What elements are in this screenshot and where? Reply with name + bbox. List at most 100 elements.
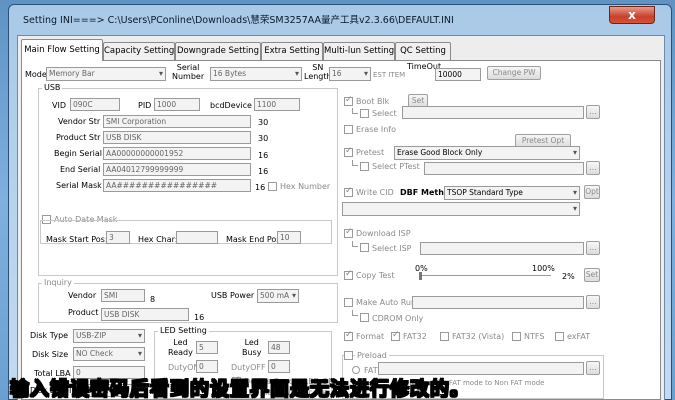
preload-checkbox[interactable] [344, 351, 353, 360]
mask-end-label: Mask End Pos: [226, 235, 284, 244]
begin-serial-input[interactable]: AA00000000001952 [103, 147, 251, 160]
serial-number-select[interactable]: 16 Bytes [210, 67, 302, 81]
hex-number-checkbox[interactable] [268, 182, 277, 191]
mask-end-input[interactable]: 10 [277, 231, 301, 244]
boot-select-label: Select [372, 109, 397, 118]
copy-test-slider-track [419, 275, 551, 276]
boot-blk-checkbox[interactable] [344, 95, 353, 106]
sn-length-select[interactable]: 16 [329, 67, 371, 81]
select-ptest-label: Select PTest [372, 162, 420, 171]
ptest-browse-button[interactable]: ... [586, 161, 600, 175]
tab-qc-setting[interactable]: QC Setting [395, 42, 451, 60]
copy-test-set-button[interactable]: Set [584, 268, 600, 282]
product-str-label: Product Str [56, 133, 101, 142]
format-checkbox[interactable] [344, 330, 353, 341]
product-str-length: 30 [258, 134, 269, 143]
close-button[interactable]: x [609, 6, 655, 24]
mode-label: Mode [25, 70, 47, 79]
boot-blk-label: Boot Blk [356, 97, 390, 106]
tab-downgrade-setting[interactable]: Downgrade Setting [175, 42, 261, 60]
tree-elbow [352, 310, 358, 316]
disk-type-select[interactable]: USB-ZIP [73, 329, 145, 343]
hex-char-label: Hex Char: [138, 235, 178, 244]
timeout-input[interactable]: 10000 [435, 68, 481, 81]
end-serial-input[interactable]: AA04012799999999 [103, 163, 251, 176]
tab-multi-lun-setting[interactable]: Multi-lun Setting [323, 42, 395, 60]
vendor-str-input[interactable]: SMI Corporation [103, 115, 251, 128]
dbf-opt-button[interactable]: Opt [584, 185, 600, 199]
led-busy-input[interactable]: 48 [268, 341, 290, 354]
pretest-checkbox[interactable] [344, 146, 353, 157]
copy-test-checkbox[interactable] [344, 269, 353, 280]
download-isp-checkbox[interactable] [344, 227, 353, 238]
copy-test-slider-thumb[interactable] [419, 272, 422, 280]
preload-label: Preload [355, 351, 389, 360]
erase-info-label: Erase Info [356, 125, 397, 134]
window-title: Setting INI===> C:\Users\PConline\Downlo… [23, 15, 454, 26]
change-pw-button[interactable]: Change PW [487, 66, 541, 80]
select-ptest-path-input[interactable] [424, 162, 584, 175]
serial-mask-input[interactable]: AA################ [103, 179, 251, 192]
serial-number-label: Serial Number [172, 63, 205, 81]
cdrom-only-label: CDROM Only [372, 314, 424, 323]
make-auto-run-checkbox[interactable] [344, 298, 353, 307]
led-busy-label: Led Busy [242, 338, 262, 357]
auto-run-path-input[interactable] [412, 296, 584, 309]
ntfs-label: NTFS [524, 332, 545, 341]
format-label: Format [356, 332, 385, 341]
mask-start-input[interactable]: 3 [106, 231, 130, 244]
begin-serial-length: 16 [258, 151, 269, 160]
erase-info-checkbox[interactable] [344, 125, 353, 134]
usb-power-select[interactable]: 500 mA [257, 289, 299, 303]
led-ready-label: Led Ready [168, 338, 193, 357]
ntfs-checkbox[interactable] [512, 332, 521, 341]
fat32-checkbox[interactable] [391, 330, 400, 341]
pretest-label: Pretest [356, 148, 385, 157]
tab-capacity-setting[interactable]: Capacity Setting [103, 42, 175, 60]
client-area: Main Flow Setting Capacity Setting Downg… [17, 35, 665, 400]
mode-select[interactable]: Memory Bar [46, 67, 166, 81]
inquiry-vendor-input[interactable]: SMI [101, 289, 145, 302]
fat32-vista-checkbox[interactable] [440, 332, 449, 341]
select-isp-checkbox[interactable] [360, 243, 369, 252]
hex-number-label: Hex Number [280, 182, 331, 191]
inquiry-group-title: Inquiry [42, 278, 74, 287]
select-isp-label: Select ISP [372, 244, 412, 253]
led-ready-input[interactable]: 5 [196, 341, 218, 354]
title-bar: Setting INI===> C:\Users\PConline\Downlo… [9, 5, 671, 33]
fat-radio[interactable] [352, 366, 360, 374]
inquiry-product-input[interactable]: USB DISK [101, 308, 189, 321]
tab-extra-setting[interactable]: Extra Setting [261, 42, 323, 60]
boot-select-path-input[interactable] [402, 106, 584, 119]
bcd-device-input[interactable]: 1100 [254, 98, 300, 111]
serial-mask-length: 16 [255, 183, 266, 192]
duty-off-input[interactable]: 0 [268, 360, 290, 373]
exfat-checkbox[interactable] [555, 332, 564, 341]
select-isp-path-input[interactable] [420, 242, 584, 255]
select-ptest-checkbox[interactable] [360, 162, 369, 171]
boot-browse-button[interactable]: ... [586, 105, 600, 119]
cid-extra-select[interactable] [342, 202, 580, 216]
write-cid-checkbox[interactable] [344, 186, 353, 197]
auto-run-browse-button[interactable]: ... [586, 295, 600, 309]
boot-select-checkbox[interactable] [360, 109, 369, 118]
product-str-input[interactable]: USB DISK [103, 131, 251, 144]
duty-on-label: DutyON [168, 363, 200, 372]
hex-char-input[interactable] [176, 231, 218, 244]
pretest-mode-select[interactable]: Erase Good Block Only [394, 146, 580, 160]
usb-group-title: USB [42, 83, 63, 92]
cdrom-only-checkbox[interactable] [360, 313, 369, 322]
pid-input[interactable]: 1000 [154, 98, 200, 111]
tab-main-flow-setting[interactable]: Main Flow Setting [21, 39, 103, 61]
isp-browse-button[interactable]: ... [586, 241, 600, 255]
copy-test-label: Copy Test [356, 271, 395, 280]
vid-input[interactable]: 090C [70, 98, 120, 111]
main-flow-panel: Mode Memory Bar Serial Number 16 Bytes S… [21, 60, 661, 400]
disk-size-label: Disk Size [32, 350, 69, 359]
duty-on-input[interactable]: 0 [196, 360, 218, 373]
fat32-label: FAT32 [403, 332, 427, 341]
dbf-method-select[interactable]: TSOP Standard Type [444, 186, 580, 200]
preload-browse-button[interactable]: ... [586, 361, 600, 375]
tree-elbow [352, 241, 358, 247]
disk-size-select[interactable]: NO Check [73, 347, 145, 361]
